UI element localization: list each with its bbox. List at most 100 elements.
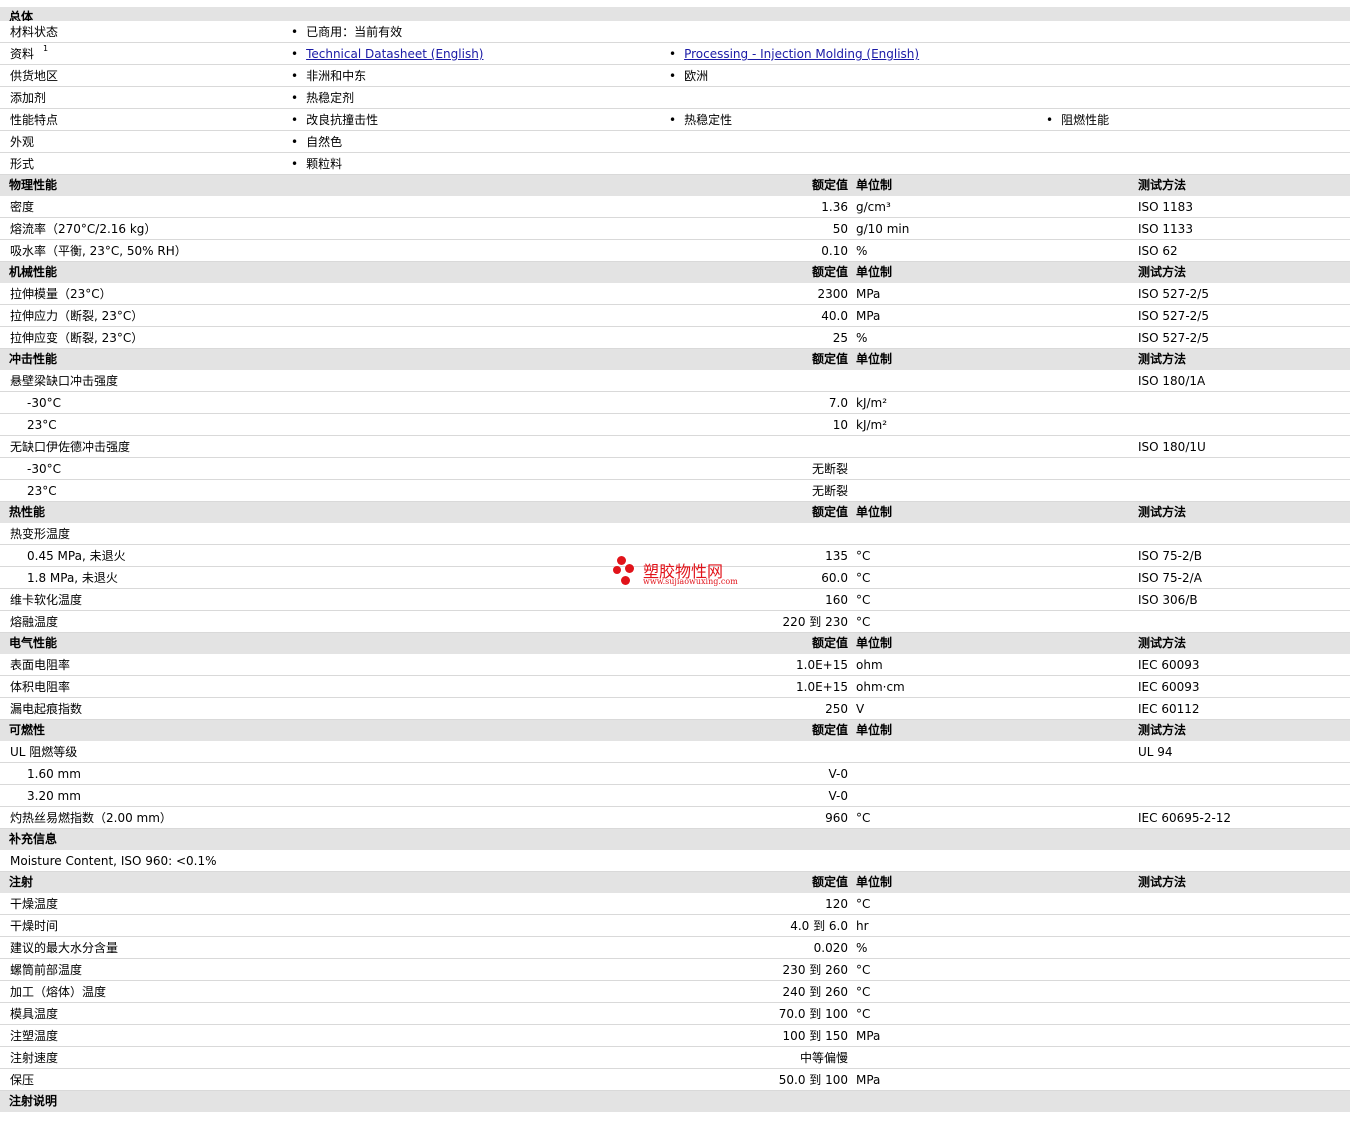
general-label: 材料状态 [10, 25, 59, 39]
property-row: 保压 50.0 到 100 MPa [0, 1069, 1350, 1091]
property-row: 建议的最大水分含量 0.020% [0, 937, 1350, 959]
property-unit: g/10 min [856, 222, 910, 236]
property-row: 密度 1.36 g/cm³ ISO 1183 [0, 196, 1350, 218]
property-value: V-0 [828, 767, 848, 781]
general-value: 非洲和中东 [291, 69, 366, 83]
property-row: 拉伸应变（断裂, 23°C） 25% ISO 527-2/5 [0, 327, 1350, 349]
test-method: IEC 60695-2-12 [1138, 811, 1232, 825]
section-header: 可燃性 额定值 单位制 测试方法 [0, 720, 1350, 741]
property-name: 维卡软化温度 [10, 593, 83, 607]
general-value: 自然色 [291, 135, 342, 149]
property-name: Moisture Content, ISO 960: <0.1% [10, 854, 217, 868]
test-method: ISO 180/1A [1138, 374, 1206, 388]
property-name: 拉伸模量（23°C） [10, 287, 112, 301]
general-row: 性能特点 改良抗撞击性 热稳定性 阻燃性能 [0, 109, 1350, 131]
property-row: 加工（熔体）温度 240 到 260 °C [0, 981, 1350, 1003]
property-value: 240 到 260 [782, 985, 848, 999]
col-header-unit: 单位制 [856, 265, 893, 279]
property-unit: ohm·cm [856, 680, 905, 694]
property-name: 体积电阻率 [10, 680, 71, 694]
logo-dot-icon [613, 566, 621, 574]
property-value: 50 [832, 222, 848, 236]
property-row: 漏电起痕指数 250 V IEC 60112 [0, 698, 1350, 720]
col-header-value: 额定值 [811, 875, 848, 889]
property-name: -30°C [27, 462, 61, 476]
property-unit: °C [856, 615, 871, 629]
general-label: 资料 [10, 47, 35, 61]
general-row: 资料 1 Technical Datasheet (English) Processi… [0, 43, 1350, 65]
section-title: 热性能 [9, 505, 46, 519]
test-method: IEC 60112 [1138, 702, 1200, 716]
property-value: 40.0 [821, 309, 848, 323]
property-unit: °C [856, 1007, 871, 1021]
property-unit: % [856, 941, 868, 955]
col-header-unit: 单位制 [856, 352, 893, 366]
footnote-marker: 1 [43, 44, 49, 53]
datasheet-link[interactable]: Processing - Injection Molding (English) [684, 47, 919, 61]
col-header-value: 额定值 [811, 352, 848, 366]
property-value: 1.0E+15 [796, 658, 848, 672]
col-header-value: 额定值 [811, 178, 848, 192]
section-title: 补充信息 [9, 832, 58, 846]
section-title: 机械性能 [9, 265, 58, 279]
general-value-text: 阻燃性能 [1061, 113, 1110, 127]
col-header-test: 测试方法 [1138, 265, 1187, 279]
property-value: 10 [832, 418, 848, 432]
property-row: 注塑温度 100 到 150 MPa [0, 1025, 1350, 1047]
test-method: ISO 1133 [1138, 222, 1193, 236]
property-value: 无断裂 [811, 484, 848, 498]
section-header: 热性能 额定值 单位制 测试方法 [0, 502, 1350, 523]
watermark-logo: 塑胶物性网 www.sujiaowuxing.com [613, 556, 743, 590]
test-method: ISO 527-2/5 [1138, 331, 1209, 345]
property-value: 0.10 [821, 244, 848, 258]
property-value: 25 [832, 331, 848, 345]
property-unit: % [856, 244, 868, 258]
property-name: 保压 [10, 1073, 35, 1087]
property-unit: g/cm³ [856, 200, 891, 214]
property-name: 熔融温度 [10, 615, 59, 629]
property-row: 23°C 无断裂 [0, 480, 1350, 502]
property-name: 0.45 MPa, 未退火 [27, 549, 126, 563]
general-label: 形式 [10, 157, 35, 171]
property-name: 漏电起痕指数 [10, 702, 83, 716]
section-title: 注射说明 [9, 1094, 58, 1108]
general-row: 添加剂 热稳定剂 [0, 87, 1350, 109]
datasheet-link[interactable]: Technical Datasheet (English) [306, 47, 483, 61]
property-row: 表面电阻率 1.0E+15 ohm IEC 60093 [0, 654, 1350, 676]
property-name: 无缺口伊佐德冲击强度 [10, 440, 131, 454]
general-label: 供货地区 [10, 69, 59, 83]
section-header: 物理性能 额定值 单位制 测试方法 [0, 175, 1350, 196]
section-header: 注射说明 [0, 1091, 1350, 1112]
property-name: 热变形温度 [10, 527, 71, 541]
property-name: 拉伸应力（断裂, 23°C） [10, 309, 144, 323]
property-row: 热变形温度 [0, 523, 1350, 545]
property-row: 螺筒前部温度 230 到 260 °C [0, 959, 1350, 981]
general-value-text: 自然色 [306, 135, 343, 149]
property-unit: hr [856, 919, 869, 933]
section-header: 冲击性能 额定值 单位制 测试方法 [0, 349, 1350, 370]
property-row: 吸水率（平衡, 23°C, 50% RH） 0.10% ISO 62 [0, 240, 1350, 262]
general-value-text: 改良抗撞击性 [306, 113, 379, 127]
col-header-test: 测试方法 [1138, 505, 1187, 519]
section-header: 补充信息 [0, 829, 1350, 850]
general-label: 添加剂 [10, 91, 47, 105]
property-unit: MPa [856, 1029, 881, 1043]
property-value: 中等偏慢 [799, 1051, 848, 1065]
property-name: 1.60 mm [27, 767, 81, 781]
property-row: 模具温度 70.0 到 100 °C [0, 1003, 1350, 1025]
general-value-text: 欧洲 [684, 69, 709, 83]
property-name: 熔流率（270°C/2.16 kg） [10, 222, 157, 236]
property-value: 100 到 150 [782, 1029, 848, 1043]
general-row: 外观 自然色 [0, 131, 1350, 153]
general-value: 改良抗撞击性 [291, 113, 378, 127]
property-value: 0.020 [813, 941, 848, 955]
test-method: ISO 527-2/5 [1138, 287, 1209, 301]
property-row: 体积电阻率 1.0E+15 ohm·cm IEC 60093 [0, 676, 1350, 698]
col-header-test: 测试方法 [1138, 723, 1187, 737]
col-header-test: 测试方法 [1138, 178, 1187, 192]
section-title: 注射 [9, 875, 34, 889]
general-value-text: 热稳定剂 [306, 91, 355, 105]
property-row: 无缺口伊佐德冲击强度 ISO 180/1U [0, 436, 1350, 458]
general-label: 性能特点 [10, 113, 59, 127]
property-unit: % [856, 331, 868, 345]
